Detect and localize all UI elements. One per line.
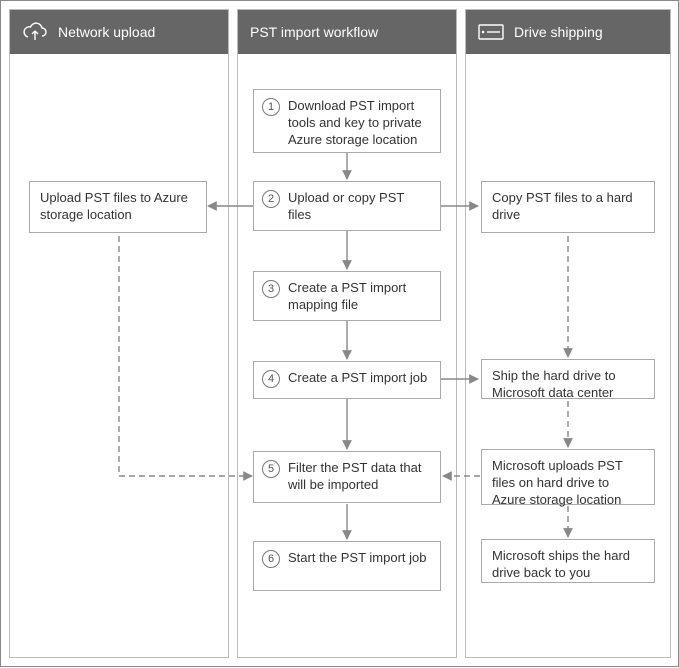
drive-upload-box: Microsoft uploads PST files on hard driv… [481,449,655,505]
step-text: Filter the PST data that will be importe… [288,460,421,492]
box-text: Upload PST files to Azure storage locati… [40,190,188,222]
diagram-canvas: Network upload PST import workflow Drive… [0,0,679,667]
cloud-upload-icon [22,22,48,42]
step-text: Upload or copy PST files [288,190,404,222]
step-number: 5 [262,460,280,478]
step-number: 6 [262,550,280,568]
step-4: 4 Create a PST import job [253,361,441,399]
box-text: Microsoft ships the hard drive back to y… [492,548,630,580]
step-text: Download PST import tools and key to pri… [288,98,422,147]
lane-title: Drive shipping [514,24,603,40]
lane-title: PST import workflow [250,24,378,40]
lane-header-drive: Drive shipping [466,10,670,54]
drive-return-box: Microsoft ships the hard drive back to y… [481,539,655,583]
step-number: 1 [262,98,280,116]
step-text: Start the PST import job [288,550,427,565]
step-6: 6 Start the PST import job [253,541,441,591]
step-text: Create a PST import job [288,370,427,385]
step-number: 2 [262,190,280,208]
box-text: Microsoft uploads PST files on hard driv… [492,458,623,507]
step-number: 3 [262,280,280,298]
step-3: 3 Create a PST import mapping file [253,271,441,321]
step-number: 4 [262,370,280,388]
network-upload-box: Upload PST files to Azure storage locati… [29,181,207,233]
lane-header-network: Network upload [10,10,228,54]
drive-ship-box: Ship the hard drive to Microsoft data ce… [481,359,655,399]
box-text: Copy PST files to a hard drive [492,190,633,222]
step-5: 5 Filter the PST data that will be impor… [253,451,441,503]
lane-title: Network upload [58,24,155,40]
step-1: 1 Download PST import tools and key to p… [253,89,441,153]
step-text: Create a PST import mapping file [288,280,406,312]
step-2: 2 Upload or copy PST files [253,181,441,231]
drive-copy-box: Copy PST files to a hard drive [481,181,655,233]
lane-network-upload: Network upload [9,9,229,658]
hard-drive-icon [478,24,504,40]
box-text: Ship the hard drive to Microsoft data ce… [492,368,616,400]
lane-header-workflow: PST import workflow [238,10,456,54]
